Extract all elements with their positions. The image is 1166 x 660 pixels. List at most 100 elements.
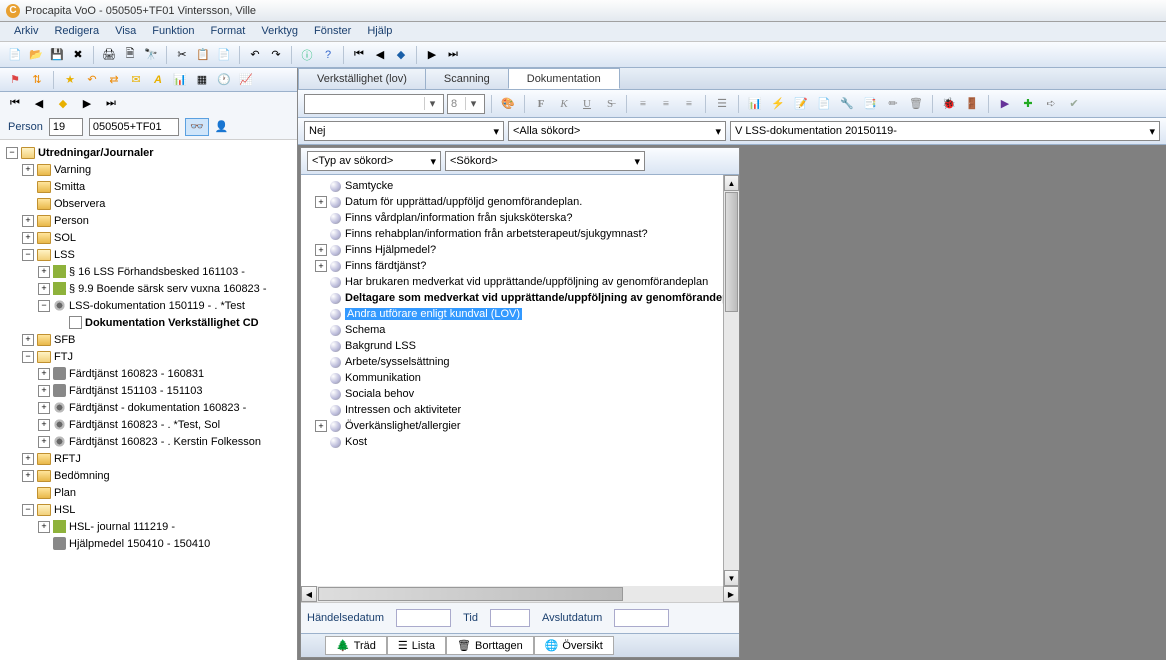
tree-node[interactable]: +RFTJ	[2, 450, 295, 467]
tree-node[interactable]: −FTJ	[2, 348, 295, 365]
stats-icon[interactable]: 📈	[237, 71, 255, 89]
person-silhouette-icon[interactable]: 👤	[215, 120, 229, 133]
expander-icon[interactable]: +	[38, 436, 50, 448]
list-icon[interactable]: ☰	[712, 94, 732, 114]
scroll-up-icon[interactable]: ▲	[724, 175, 739, 191]
keyword-node[interactable]: +Datum för upprättad/uppföljd genomföran…	[304, 194, 720, 210]
chevron-down-icon[interactable]: ▾	[634, 155, 640, 168]
menu-redigera[interactable]: Redigera	[46, 22, 107, 41]
tool-g-icon[interactable]: ✏	[883, 94, 903, 114]
check-icon[interactable]: ✔	[1064, 94, 1084, 114]
chevron-down-icon[interactable]: ▾	[424, 97, 440, 110]
door-icon[interactable]: 🚪	[962, 94, 982, 114]
keyword-node[interactable]: Arbete/sysselsättning	[304, 354, 720, 370]
last-icon[interactable]: ⏭	[444, 46, 462, 64]
keyword-node[interactable]: Finns vårdplan/information från sjuksköt…	[304, 210, 720, 226]
filter-nej-dropdown[interactable]: Nej ▾	[304, 121, 504, 141]
expander-icon[interactable]: +	[38, 385, 50, 397]
filter-doc-dropdown[interactable]: V LSS-dokumentation 20150119- ▾	[730, 121, 1160, 141]
keyword-node[interactable]: +Överkänslighet/allergier	[304, 418, 720, 434]
align-center-icon[interactable]: ≡	[656, 94, 676, 114]
expander-icon[interactable]: +	[22, 215, 34, 227]
tree-node[interactable]: +Varning	[2, 161, 295, 178]
view-tab-lista[interactable]: ☰Lista	[387, 636, 446, 655]
tree-node[interactable]: −LSS-dokumentation 150119 - . *Test	[2, 297, 295, 314]
view-tab-borttagen[interactable]: 🗑Borttagen	[446, 636, 534, 655]
expander-icon[interactable]: +	[38, 419, 50, 431]
scroll-thumb[interactable]	[725, 192, 738, 312]
expander-icon[interactable]: +	[38, 402, 50, 414]
tool-h-icon[interactable]: 🗑	[906, 94, 926, 114]
navigation-tree[interactable]: − Utredningar/Journaler +VarningSmittaOb…	[0, 140, 297, 660]
tree-node[interactable]: +Person	[2, 212, 295, 229]
prev-icon[interactable]: ◀	[371, 46, 389, 64]
italic-a-icon[interactable]: A	[149, 71, 167, 89]
keyword-node[interactable]: Har brukaren medverkat vid upprättande/u…	[304, 274, 720, 290]
align-right-icon[interactable]: ≡	[679, 94, 699, 114]
copy-icon[interactable]: 📋	[194, 46, 212, 64]
save-icon[interactable]: 💾	[48, 46, 66, 64]
scroll-right-icon[interactable]: ▶	[723, 586, 739, 602]
expander-icon[interactable]: +	[22, 334, 34, 346]
tool-f-icon[interactable]: 📑	[860, 94, 880, 114]
scroll-down-icon[interactable]: ▼	[724, 570, 739, 586]
expander-icon[interactable]: +	[315, 260, 327, 272]
tab-verkstallighet[interactable]: Verkställighet (lov)	[298, 68, 426, 89]
expander-icon[interactable]: +	[22, 453, 34, 465]
play-icon[interactable]: ▶	[423, 46, 441, 64]
font-size-combo[interactable]: 8 ▾	[447, 94, 485, 114]
person-number-input[interactable]	[89, 118, 179, 136]
delete-icon[interactable]: ✖	[69, 46, 87, 64]
scroll-left-icon[interactable]: ◀	[301, 586, 317, 602]
expander-icon[interactable]: +	[315, 420, 327, 432]
export-icon[interactable]: ➪	[1041, 94, 1061, 114]
first-icon[interactable]: ⏮	[350, 46, 368, 64]
add-icon[interactable]: ✚	[1018, 94, 1038, 114]
keyword-node[interactable]: Bakgrund LSS	[304, 338, 720, 354]
tree-node[interactable]: −LSS	[2, 246, 295, 263]
next-active-icon[interactable]: ◆	[392, 46, 410, 64]
expander-icon[interactable]: −	[22, 504, 34, 516]
tree-root[interactable]: − Utredningar/Journaler	[2, 144, 295, 161]
chart-icon[interactable]: 📊	[171, 71, 189, 89]
font-name-combo[interactable]: ▾	[304, 94, 444, 114]
expander-icon[interactable]: −	[6, 147, 18, 159]
updown-orange-icon[interactable]: ⇅	[28, 71, 46, 89]
menu-fonster[interactable]: Fönster	[306, 22, 359, 41]
cut-icon[interactable]: ✂	[173, 46, 191, 64]
keyword-node[interactable]: +Finns färdtjänst?	[304, 258, 720, 274]
nav-prev-icon[interactable]: ◀	[30, 94, 48, 112]
menu-arkiv[interactable]: Arkiv	[6, 22, 46, 41]
expander-icon[interactable]: +	[22, 164, 34, 176]
new-icon[interactable]: 📄	[6, 46, 24, 64]
menu-verktyg[interactable]: Verktyg	[253, 22, 306, 41]
menu-format[interactable]: Format	[203, 22, 254, 41]
star-icon[interactable]: ★	[61, 71, 79, 89]
chevron-down-icon[interactable]: ▾	[465, 97, 481, 110]
keyword-node[interactable]: Intressen och aktiviteter	[304, 402, 720, 418]
tool-b-icon[interactable]: ⚡	[768, 94, 788, 114]
tree-node[interactable]: +SOL	[2, 229, 295, 246]
tree-node[interactable]: +§ 16 LSS Förhandsbesked 161103 -	[2, 263, 295, 280]
expander-icon[interactable]: +	[38, 368, 50, 380]
tool-d-icon[interactable]: 📄	[814, 94, 834, 114]
undo2-icon[interactable]: ↶	[83, 71, 101, 89]
chevron-down-icon[interactable]: ▾	[430, 155, 436, 168]
tree-node[interactable]: +Färdtjänst 160823 - 160831	[2, 365, 295, 382]
view-tab-oversikt[interactable]: 🌐Översikt	[534, 636, 614, 655]
print-icon[interactable]: 🖨	[100, 46, 118, 64]
menu-hjalp[interactable]: Hjälp	[359, 22, 400, 41]
nav-last-icon[interactable]: ⏭	[102, 94, 120, 112]
tool-e-icon[interactable]: 🔧	[837, 94, 857, 114]
tree-node[interactable]: Plan	[2, 484, 295, 501]
tree-node[interactable]: Smitta	[2, 178, 295, 195]
handelsedatum-input[interactable]	[396, 609, 451, 627]
keyword-node[interactable]: Deltagare som medverkat vid upprättande/…	[304, 290, 720, 306]
tree-node[interactable]: Dokumentation Verkställighet CD	[2, 314, 295, 331]
tab-dokumentation[interactable]: Dokumentation	[508, 68, 620, 89]
expander-icon[interactable]: +	[38, 283, 50, 295]
keyword-node[interactable]: Finns rehabplan/information från arbetst…	[304, 226, 720, 242]
tree-node[interactable]: +Bedömning	[2, 467, 295, 484]
open-icon[interactable]: 📂	[27, 46, 45, 64]
tab-scanning[interactable]: Scanning	[425, 68, 509, 89]
